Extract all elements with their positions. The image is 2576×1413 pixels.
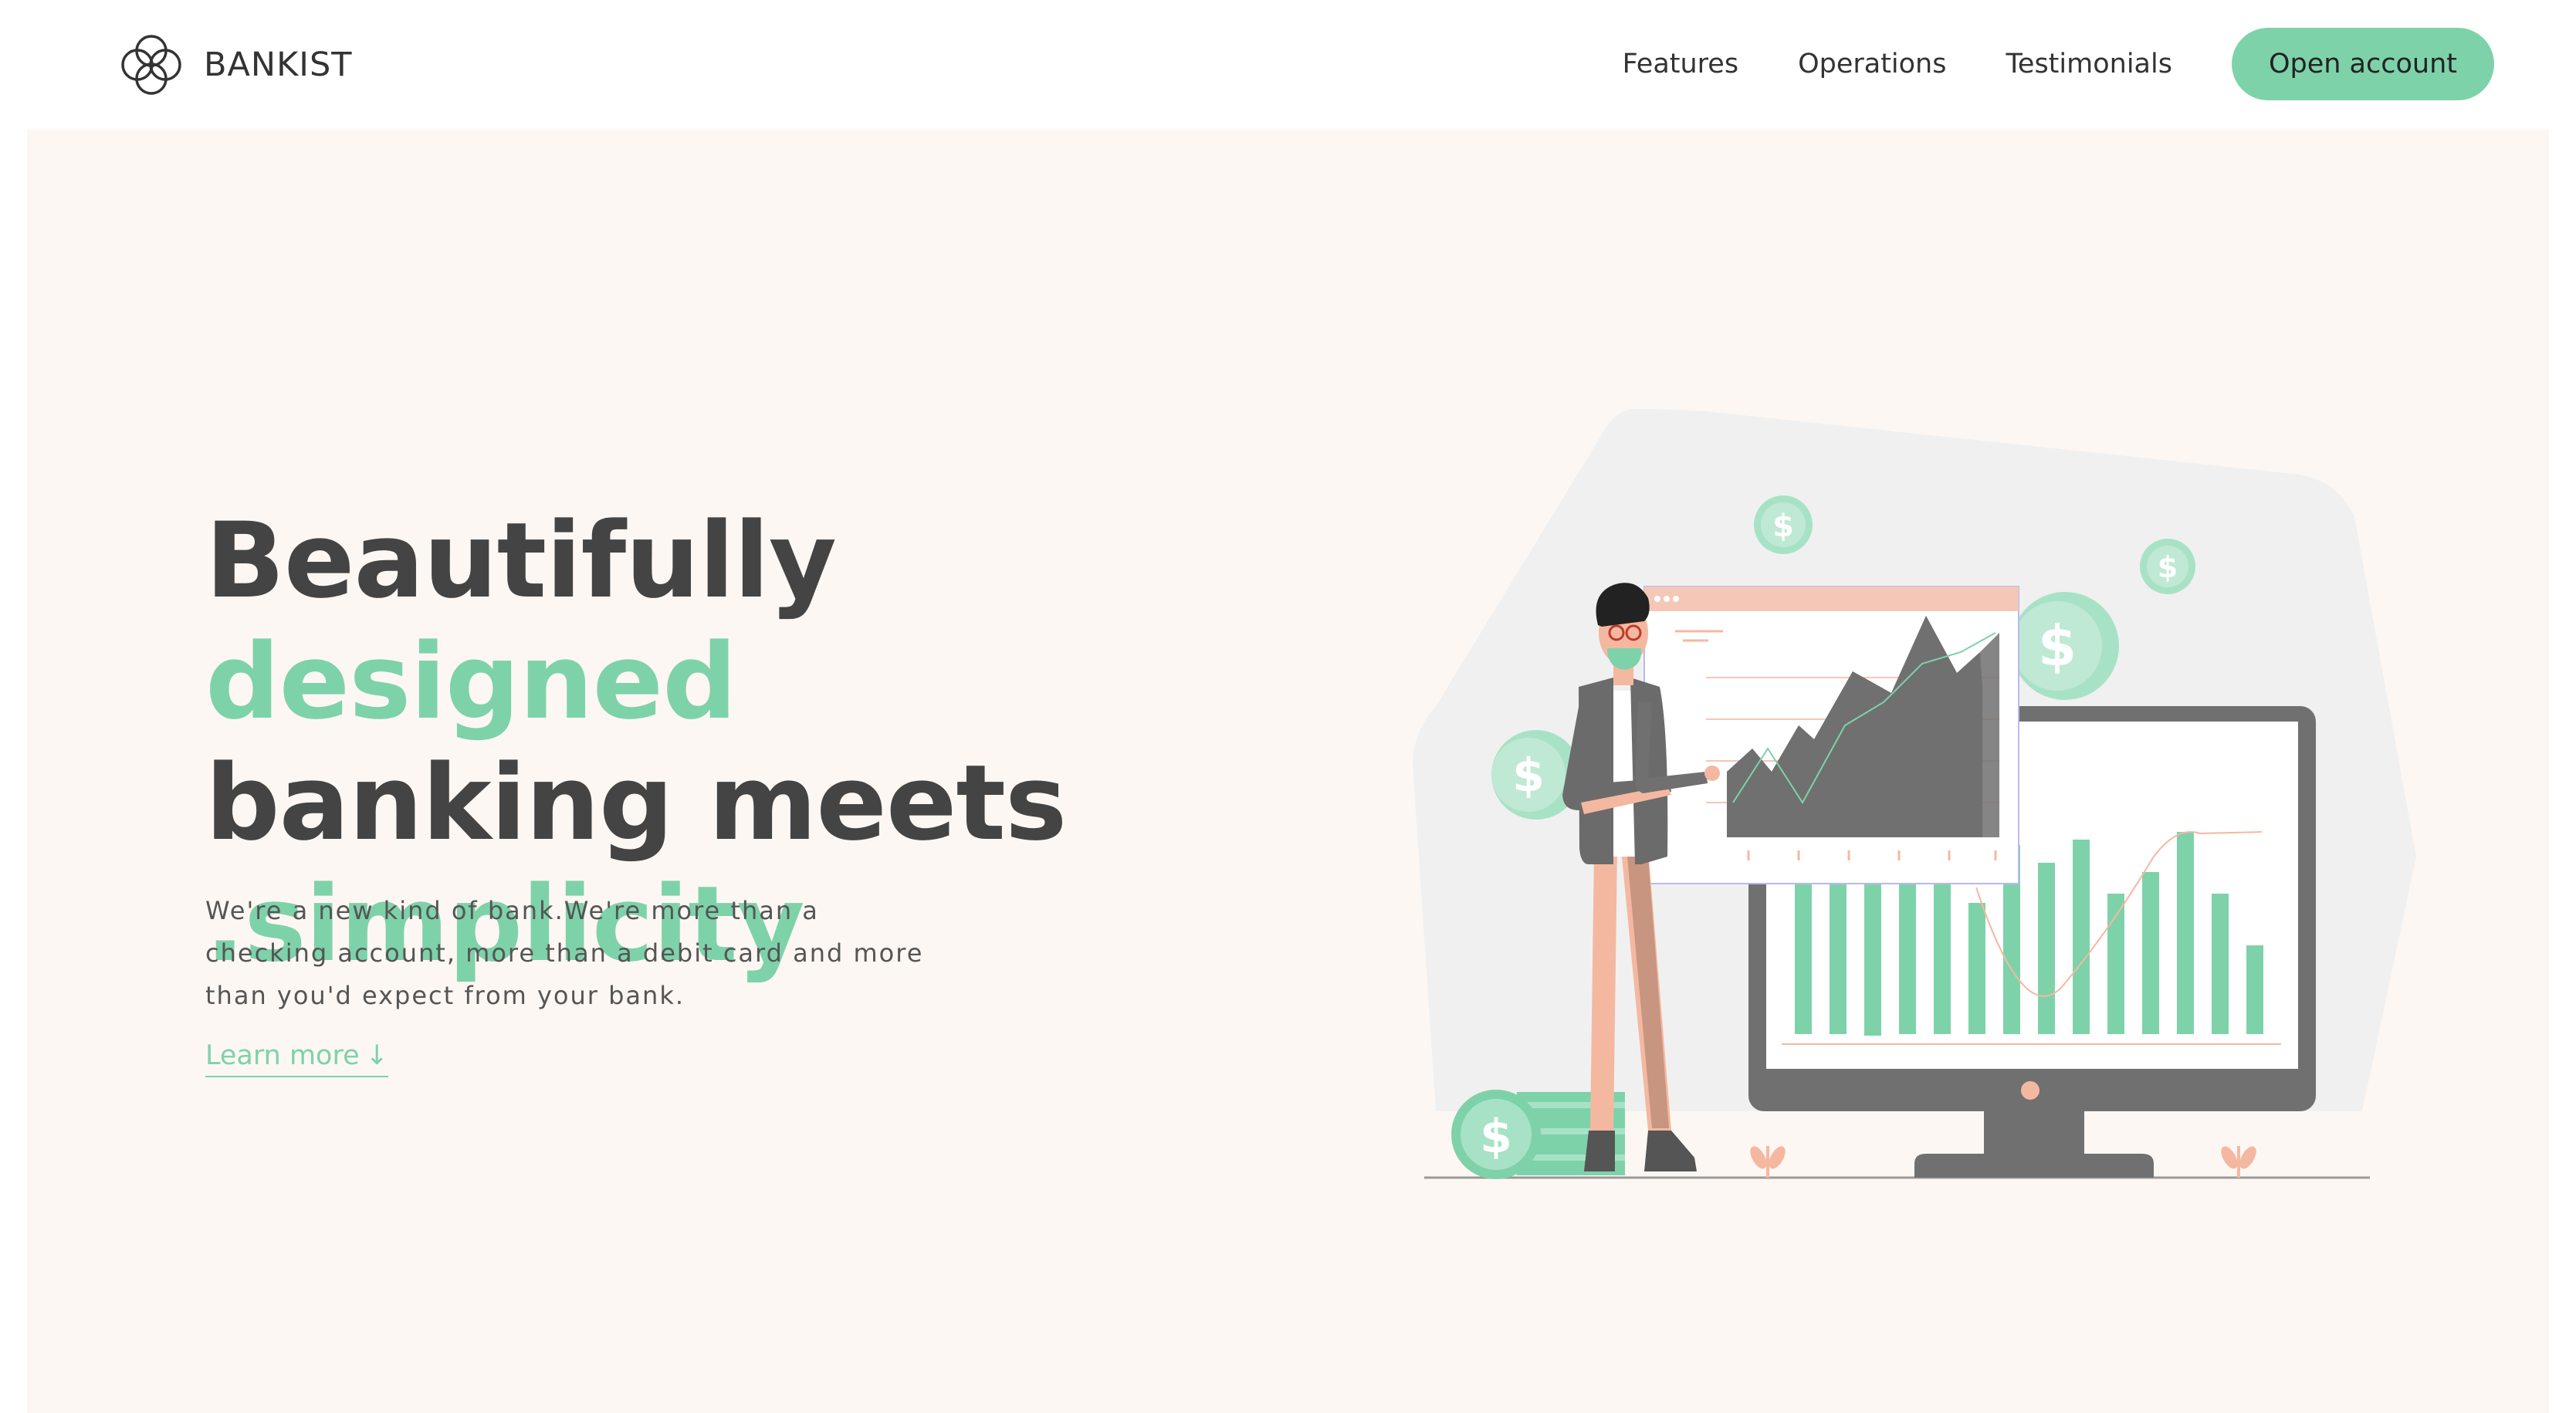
dollar-coin-icon: $ xyxy=(1754,495,1813,554)
page: BANKIST Features Operations Testimonials… xyxy=(0,0,2576,1413)
nav-link-operations[interactable]: Operations xyxy=(1798,49,1946,79)
plant-icon xyxy=(1750,1146,1786,1178)
hero-subtitle: We're a new kind of bank.We're more than… xyxy=(205,896,924,1010)
man-presenting-financial-charts-illustration: $ $ $ $ $ xyxy=(1413,409,2416,1179)
learn-more-label: Learn more xyxy=(205,1040,360,1071)
open-account-button[interactable]: Open account xyxy=(2231,28,2494,100)
hero-title-part2: banking meets xyxy=(205,742,1067,864)
hero-title-highlight1: designed xyxy=(205,621,737,742)
dollar-coin-icon: $ xyxy=(2140,539,2195,594)
dollar-coin-icon: $ xyxy=(2011,592,2119,700)
nav-links: Features Operations Testimonials Open ac… xyxy=(1623,28,2494,100)
svg-text:$: $ xyxy=(2158,550,2178,584)
nav-link-testimonials[interactable]: Testimonials xyxy=(2006,49,2171,79)
brand-logo[interactable]: BANKIST xyxy=(114,28,353,102)
svg-text:$: $ xyxy=(1772,509,1794,544)
svg-text:$: $ xyxy=(1512,749,1545,803)
learn-more-link[interactable]: Learn more ↓ xyxy=(205,1040,388,1077)
svg-text:$: $ xyxy=(2038,614,2077,678)
brand-name: BANKIST xyxy=(204,46,353,84)
browser-window-area-chart xyxy=(1643,586,2019,884)
four-circle-flower-logo-icon xyxy=(121,35,181,95)
arrow-down-icon: ↓ xyxy=(365,1040,388,1071)
hero-title-part1: Beautifully xyxy=(205,500,837,621)
svg-text:$: $ xyxy=(1480,1110,1512,1164)
plant-icon xyxy=(2221,1146,2256,1178)
nav-link-features[interactable]: Features xyxy=(1623,49,1739,79)
top-navigation: BANKIST Features Operations Testimonials… xyxy=(0,0,2576,130)
